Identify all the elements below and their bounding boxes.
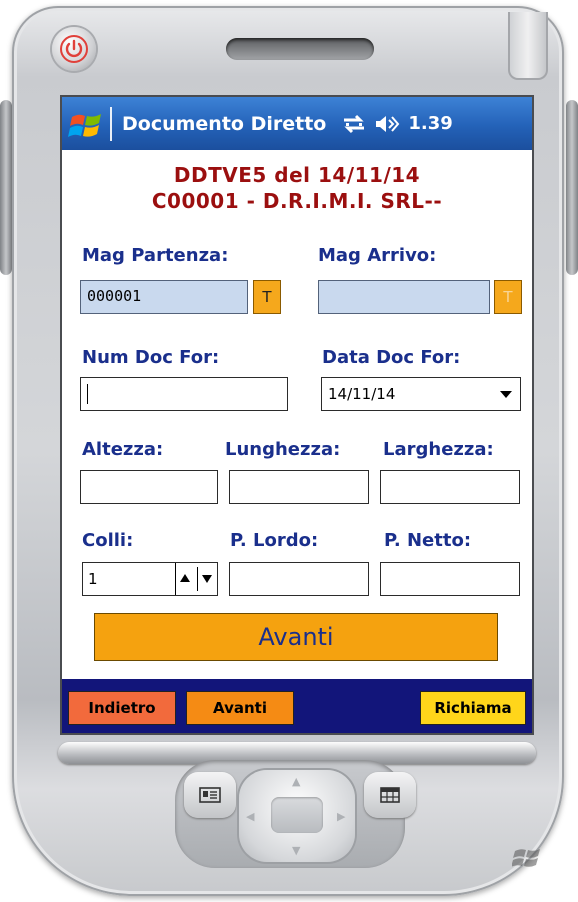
power-button[interactable] — [52, 27, 96, 71]
p-lordo-input[interactable] — [229, 562, 369, 596]
avanti-main-button[interactable]: Avanti — [94, 613, 498, 661]
mag-arrivo-label: Mag Arrivo: — [318, 245, 437, 266]
title-bar: Documento Diretto 1.39 — [62, 97, 532, 150]
data-doc-for-label: Data Doc For: — [322, 347, 461, 368]
contacts-hardware-button[interactable] — [184, 772, 236, 818]
p-netto-label: P. Netto: — [384, 530, 472, 551]
dpad-right-icon[interactable]: ▶ — [337, 810, 345, 823]
document-header-line2: C00001 - D.R.I.M.I. SRL-- — [151, 189, 443, 213]
clock[interactable]: 1.39 — [408, 113, 452, 134]
window-title: Documento Diretto — [122, 112, 327, 135]
speaker-grille — [226, 38, 374, 60]
data-doc-for-value: 14/11/14 — [328, 385, 396, 403]
device-side-button-right — [566, 100, 578, 275]
data-doc-for-select[interactable]: 14/11/14 — [321, 377, 521, 411]
num-doc-for-input[interactable] — [80, 377, 288, 411]
colli-label: Colli: — [82, 530, 134, 551]
larghezza-label: Larghezza: — [383, 439, 494, 460]
text-caret — [87, 384, 88, 404]
mag-arrivo-input[interactable] — [318, 280, 490, 314]
calendar-hardware-button[interactable] — [364, 772, 416, 818]
altezza-label: Altezza: — [82, 439, 164, 460]
larghezza-input[interactable] — [380, 470, 520, 504]
p-lordo-label: P. Lordo: — [230, 530, 319, 551]
lunghezza-label: Lunghezza: — [225, 439, 341, 460]
avanti-button[interactable]: Avanti — [186, 691, 294, 725]
stepper-separator — [175, 563, 176, 595]
connectivity-icon[interactable] — [342, 114, 366, 134]
title-status-icons: 1.39 — [342, 113, 453, 134]
mag-partenza-t-button[interactable]: T — [253, 280, 281, 314]
dropdown-arrow-icon[interactable] — [500, 391, 512, 398]
mag-arrivo-t-button[interactable]: T — [494, 280, 522, 314]
lunghezza-input[interactable] — [229, 470, 369, 504]
dpad-left-icon[interactable]: ◀ — [246, 810, 254, 823]
mag-partenza-label: Mag Partenza: — [82, 245, 229, 266]
stepper-down-icon[interactable] — [202, 575, 212, 583]
stepper-divider — [197, 567, 198, 591]
windows-logo-icon — [512, 849, 540, 867]
stepper-up-icon[interactable] — [180, 574, 190, 582]
indietro-button[interactable]: Indietro — [68, 691, 176, 725]
stylus-slot — [508, 12, 548, 80]
device-side-button-left — [0, 100, 12, 275]
p-netto-input[interactable] — [380, 562, 520, 596]
richiama-button[interactable]: Richiama — [420, 691, 526, 725]
colli-value: 1 — [88, 570, 98, 588]
colli-stepper[interactable]: 1 — [82, 562, 218, 596]
document-header-line1: DDTVE5 del 14/11/14 — [173, 163, 421, 187]
mag-partenza-input[interactable]: 000001 — [80, 280, 248, 314]
bottom-command-bar: Indietro Avanti Richiama — [62, 679, 532, 733]
speaker-icon[interactable] — [374, 114, 400, 134]
device-screen: Documento Diretto 1.39 DDTVE5 del 14/11/… — [60, 95, 534, 735]
num-doc-for-label: Num Doc For: — [82, 347, 220, 368]
dpad-down-icon[interactable]: ▼ — [292, 844, 300, 857]
power-icon — [60, 35, 88, 63]
title-separator — [110, 106, 112, 141]
windows-start-icon[interactable] — [68, 105, 106, 143]
altezza-input[interactable] — [80, 470, 218, 504]
contacts-icon — [199, 787, 221, 803]
dpad-up-icon[interactable]: ▲ — [292, 775, 300, 788]
dpad-center-button[interactable] — [271, 797, 323, 833]
calendar-icon — [380, 787, 400, 803]
